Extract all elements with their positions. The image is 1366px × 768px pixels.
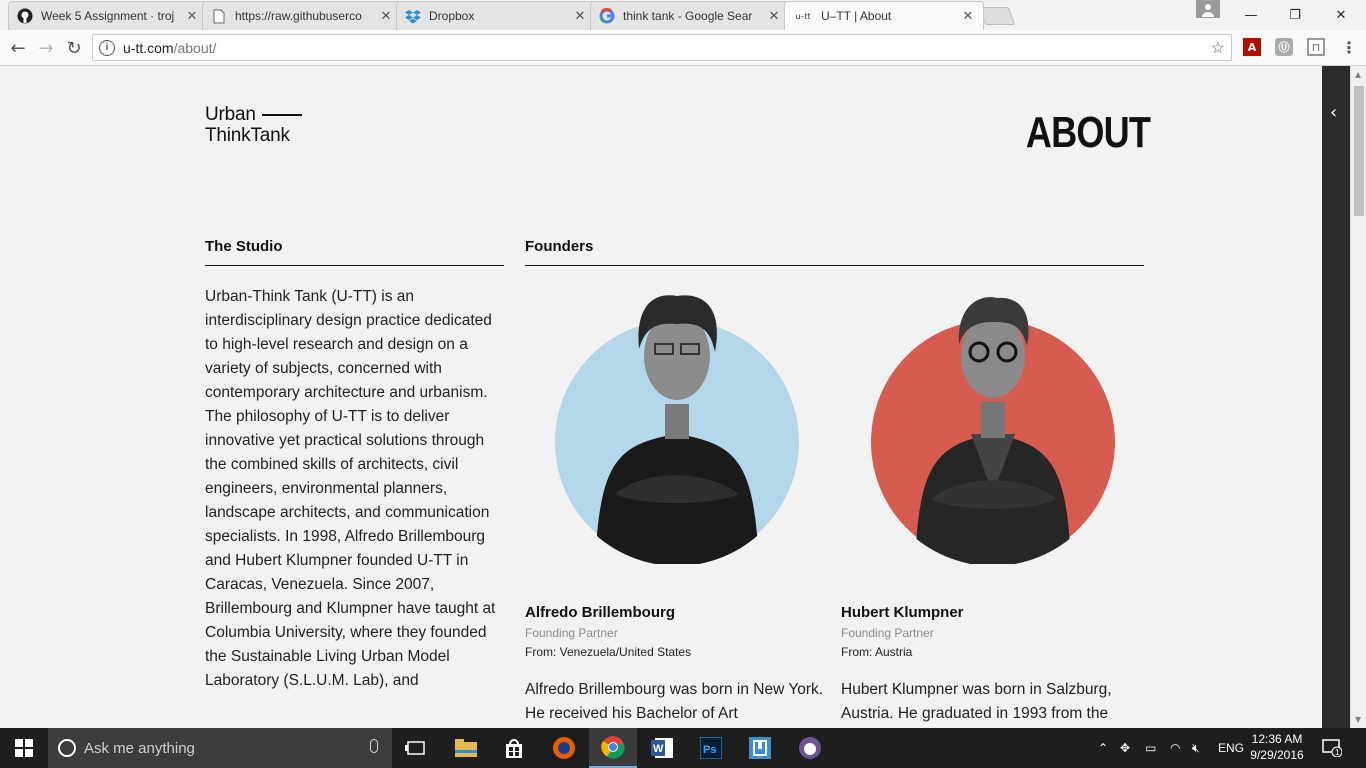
clock-date: 9/29/2016 [1250, 748, 1304, 762]
chrome-icon[interactable] [589, 728, 637, 768]
windows-taskbar: Ask me anything W Ps ⌃ ✥ ▭ ◠ 🔇︎ ENG 12:3… [0, 728, 1366, 768]
close-icon[interactable]: ✕ [961, 9, 975, 24]
founder-name: Hubert Klumpner [841, 604, 964, 621]
chevron-up-icon[interactable]: ⌃ [1098, 741, 1108, 755]
founders-heading: Founders [525, 238, 594, 255]
chevron-left-icon[interactable]: ‹ [1330, 102, 1337, 123]
utt-logo[interactable]: Urban ThinkTank [205, 104, 305, 146]
studio-description: Urban-Think Tank (U-TT) is an interdisci… [205, 288, 496, 689]
reload-button[interactable]: ↻ [62, 36, 86, 60]
close-icon[interactable]: ✕ [379, 9, 393, 24]
studio-heading: The Studio [205, 238, 283, 255]
new-tab-button[interactable] [978, 7, 1016, 25]
wifi-icon[interactable]: ◠ [1170, 728, 1180, 768]
microphone-icon[interactable] [370, 739, 378, 753]
battery-icon[interactable]: ▭ [1145, 728, 1156, 768]
system-clock[interactable]: 12:36 AM 9/29/2016 [1246, 731, 1308, 763]
founder-role: Founding Partner [841, 626, 934, 640]
start-button[interactable] [0, 728, 48, 768]
founder-role: Founding Partner [525, 626, 618, 640]
language-indicator[interactable]: ENG [1218, 728, 1244, 768]
notification-count: 1 [1335, 748, 1340, 757]
tab-raw-github[interactable]: https://raw.githubuserco ✕ [202, 1, 402, 30]
info-icon[interactable]: i [99, 39, 115, 56]
task-view-icon[interactable] [392, 728, 440, 768]
scroll-up-icon[interactable]: ▲ [1355, 70, 1361, 79]
tab-strip: Week 5 Assignment · troj ✕ https://raw.g… [0, 0, 1366, 30]
menu-icon[interactable]: ⋮ [1340, 38, 1358, 57]
tab-github[interactable]: Week 5 Assignment · troj ✕ [8, 1, 208, 30]
github-desktop-icon[interactable] [786, 728, 834, 768]
founder-name: Alfredo Brillembourg [525, 604, 676, 621]
side-menu-panel[interactable]: ‹ [1322, 66, 1350, 728]
store-icon[interactable] [490, 728, 538, 768]
browser-toolbar: ← → ↻ i u-tt.com/about/ ☆ A Ⓤ ⊓ ⋮ [0, 30, 1366, 66]
profile-icon[interactable] [1196, 0, 1220, 18]
word-icon[interactable]: W [638, 728, 686, 768]
dropbox-icon [405, 8, 421, 24]
action-center-icon[interactable]: 1 [1322, 728, 1342, 768]
restore-button[interactable]: ❐ [1272, 0, 1318, 30]
founders-rule [525, 265, 1144, 266]
firefox-icon[interactable] [540, 728, 588, 768]
extension-icon[interactable]: Ⓤ [1275, 38, 1293, 56]
founder-origin: From: Venezuela/United States [525, 645, 692, 659]
close-window-button[interactable]: ✕ [1318, 0, 1364, 30]
forward-button[interactable]: → [34, 36, 58, 60]
utt-icon: u–tt [795, 11, 811, 21]
close-icon[interactable]: ✕ [185, 9, 199, 24]
founder-bio: Alfredo Brillembourg was born in New Yor… [525, 681, 824, 722]
address-bar[interactable]: i u-tt.com/about/ ☆ [92, 34, 1232, 61]
founder-bio: Hubert Klumpner was born in Salzburg, Au… [841, 681, 1112, 722]
tab-title: Week 5 Assignment · troj [41, 9, 175, 23]
close-icon[interactable]: ✕ [573, 9, 587, 24]
tab-title: think tank - Google Sear [623, 9, 753, 23]
url-host: u-tt.com [123, 39, 174, 56]
founder-portrait-klumpner [871, 294, 1115, 564]
page-title: ABOUT [1025, 108, 1151, 157]
acrobat-icon[interactable]: A [1243, 38, 1261, 56]
close-icon[interactable]: ✕ [767, 9, 781, 24]
logo-line1: Urban [205, 104, 256, 125]
cortana-search[interactable]: Ask me anything [48, 728, 392, 768]
cortana-icon [58, 739, 76, 757]
scroll-down-icon[interactable]: ▼ [1355, 715, 1361, 724]
svg-text:Ps: Ps [703, 744, 716, 756]
studio-rule [205, 265, 504, 266]
google-icon [599, 8, 615, 24]
minimize-button[interactable]: — [1228, 0, 1274, 30]
show-hidden-icons[interactable]: ⌃ [1098, 728, 1108, 768]
app-icon[interactable] [736, 728, 784, 768]
readability-icon[interactable]: ⊓ [1307, 38, 1325, 56]
search-placeholder: Ask me anything [84, 739, 195, 757]
back-button[interactable]: ← [6, 36, 30, 60]
volume-icon[interactable]: 🔇︎ [1192, 728, 1200, 768]
tab-title: https://raw.githubuserco [235, 9, 362, 23]
page-scrollbar[interactable]: ▲ ▼ [1350, 66, 1366, 728]
tab-google-search[interactable]: think tank - Google Sear ✕ [590, 1, 790, 30]
tab-title: Dropbox [429, 9, 475, 23]
person-silhouette-icon [595, 295, 759, 564]
url-path: /about/ [173, 39, 217, 56]
founder-origin: From: Austria [841, 645, 913, 659]
github-icon [17, 8, 33, 24]
scrollbar-thumb[interactable] [1354, 86, 1364, 216]
tab-dropbox[interactable]: Dropbox ✕ [396, 1, 596, 30]
svg-text:W: W [653, 743, 664, 755]
clock-time: 12:36 AM [1251, 732, 1303, 746]
dropbox-tray-icon[interactable]: ✥ [1120, 728, 1130, 768]
person-silhouette-icon [915, 297, 1071, 564]
tab-title: U–TT | About [821, 9, 892, 23]
file-explorer-icon[interactable] [442, 728, 490, 768]
bookmark-star-icon[interactable]: ☆ [1211, 38, 1225, 58]
windows-icon [15, 739, 33, 757]
page-icon [211, 8, 227, 24]
founder-portrait-brillembourg [555, 294, 799, 564]
page-viewport: Urban ThinkTank ABOUT The Studio Founder… [0, 66, 1322, 728]
photoshop-icon[interactable]: Ps [687, 728, 735, 768]
tab-utt-about[interactable]: u–tt U–TT | About ✕ [784, 1, 984, 30]
logo-line2: ThinkTank [205, 125, 290, 146]
